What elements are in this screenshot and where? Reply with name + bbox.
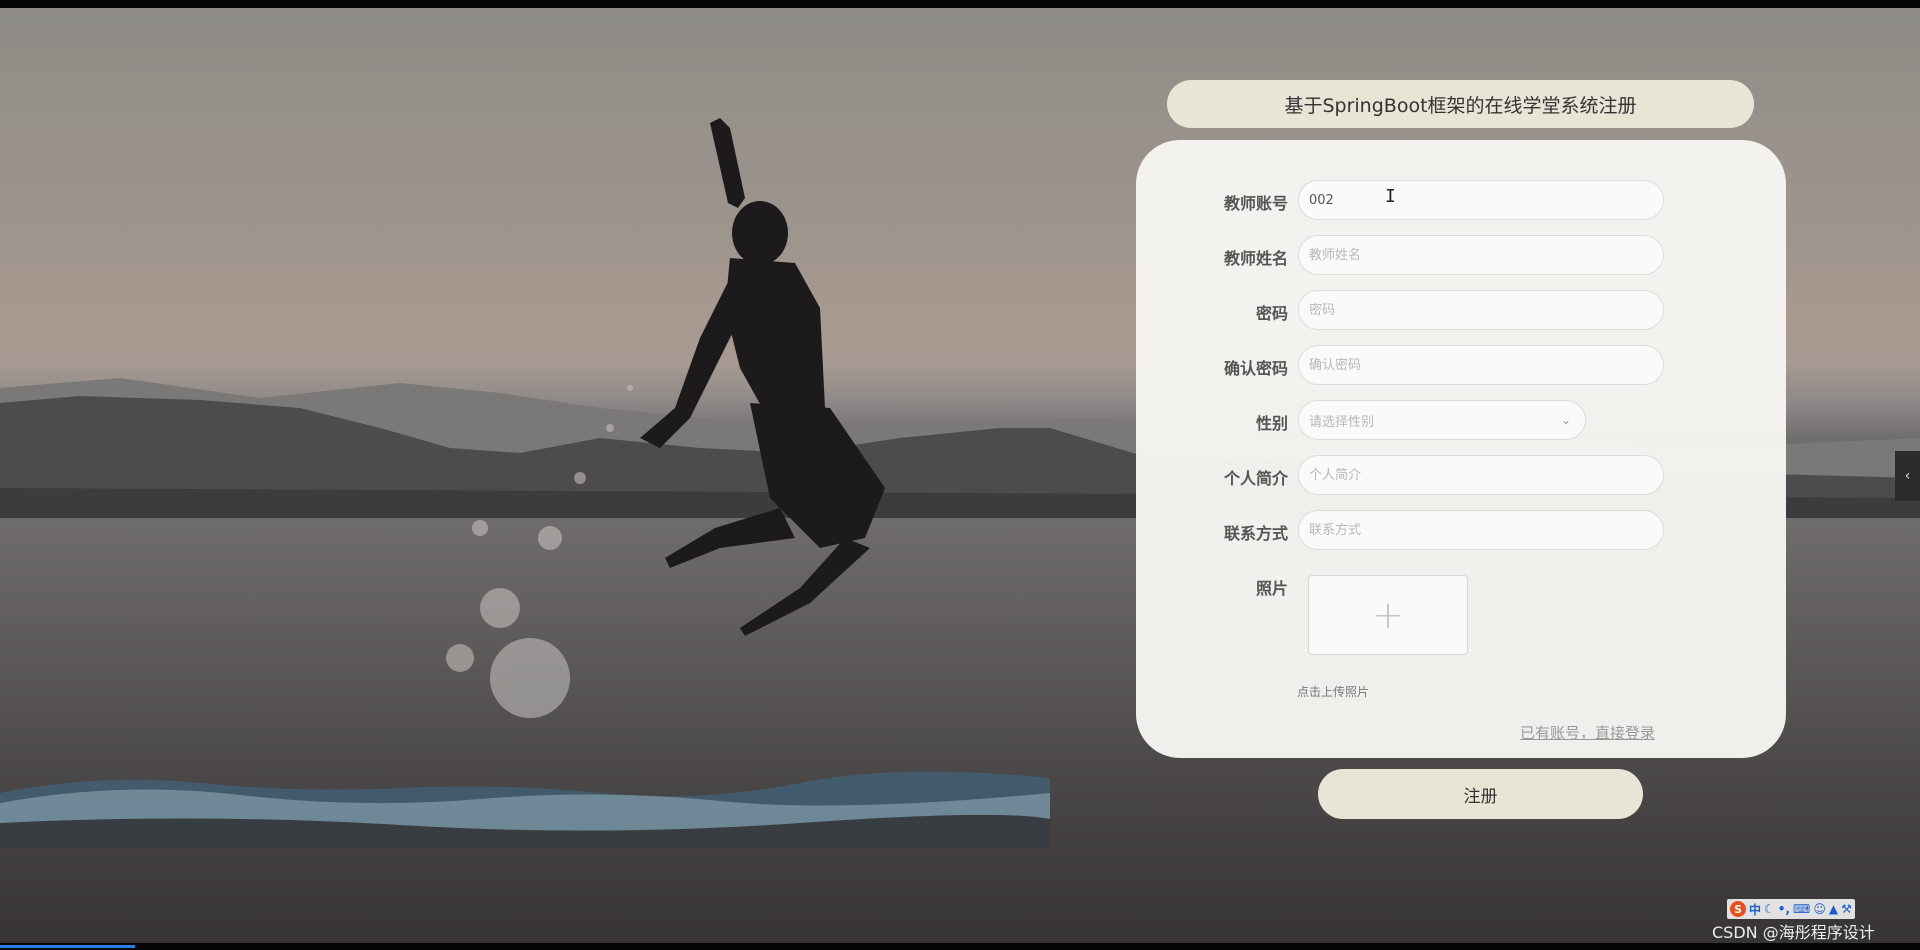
form-row-password: 密码 [1136,290,1786,330]
text-cursor-icon: I [1385,186,1396,207]
form-row-confirm-password: 确认密码 [1136,345,1786,385]
form-row-bio: 个人简介 [1136,455,1786,495]
teacher-account-label: 教师账号 [1223,194,1288,213]
teacher-name-label: 教师姓名 [1223,249,1288,268]
punctuation-icon[interactable]: •, [1778,902,1790,916]
bio-label: 个人简介 [1223,469,1288,488]
form-row-gender: 性别 请选择性别 ⌄ [1136,400,1786,440]
password-input[interactable] [1298,290,1664,330]
contact-input[interactable] [1298,510,1664,550]
photo-upload-button[interactable]: + [1308,575,1468,655]
window-bottom-bar [0,943,1920,950]
window-top-bar [0,0,1920,8]
form-row-contact: 联系方式 [1136,510,1786,550]
bio-input[interactable] [1298,455,1664,495]
form-row-teacher-name: 教师姓名 [1136,235,1786,275]
confirm-password-input[interactable] [1298,345,1664,385]
photo-upload-hint: 点击上传照片 [1297,685,1370,699]
ime-mode-toggle[interactable]: 中 [1749,901,1761,918]
form-row-teacher-account: 教师账号 [1136,180,1786,220]
chevron-left-icon: ‹ [1904,468,1911,484]
login-link[interactable]: 已有账号，直接登录 [1520,722,1655,743]
register-form-card: 教师账号 教师姓名 密码 确认密码 性别 请选择性别 ⌄ 个人简介 联系方式 [1136,140,1786,758]
password-label: 密码 [1255,304,1288,323]
side-panel-toggle[interactable]: ‹ [1895,451,1920,501]
gender-select[interactable]: 请选择性别 ⌄ [1298,400,1586,440]
wrench-icon[interactable]: ⚒ [1841,902,1852,916]
ime-logo-icon: S [1730,901,1746,917]
chevron-down-icon: ⌄ [1560,413,1571,427]
plus-icon: + [1372,593,1404,637]
confirm-password-label: 确认密码 [1223,359,1288,378]
watermark: CSDN @海彤程序设计 [1712,923,1875,942]
viewport: 基于SpringBoot框架的在线学堂系统注册 教师账号 教师姓名 密码 确认密… [0,0,1920,950]
video-progress-bar[interactable] [0,945,135,948]
shirt-icon[interactable]: ▲ [1829,902,1838,916]
wave-illustration [0,771,1050,848]
teacher-name-input[interactable] [1298,235,1664,275]
gender-select-placeholder: 请选择性别 [1309,414,1375,430]
photo-label: 照片 [1255,579,1288,598]
contact-label: 联系方式 [1223,524,1288,543]
moon-icon[interactable]: ☾ [1764,902,1775,916]
keyboard-icon[interactable]: ⌨ [1793,902,1810,916]
page-title: 基于SpringBoot框架的在线学堂系统注册 [1167,80,1754,128]
jumping-person-silhouette [640,118,885,636]
ime-toolbar[interactable]: S 中 ☾ •, ⌨ ☺ ▲ ⚒ [1727,899,1855,919]
register-button[interactable]: 注册 [1318,769,1643,819]
teacher-account-input[interactable] [1298,180,1664,220]
gender-label: 性别 [1255,414,1288,433]
user-icon[interactable]: ☺ [1813,902,1826,916]
